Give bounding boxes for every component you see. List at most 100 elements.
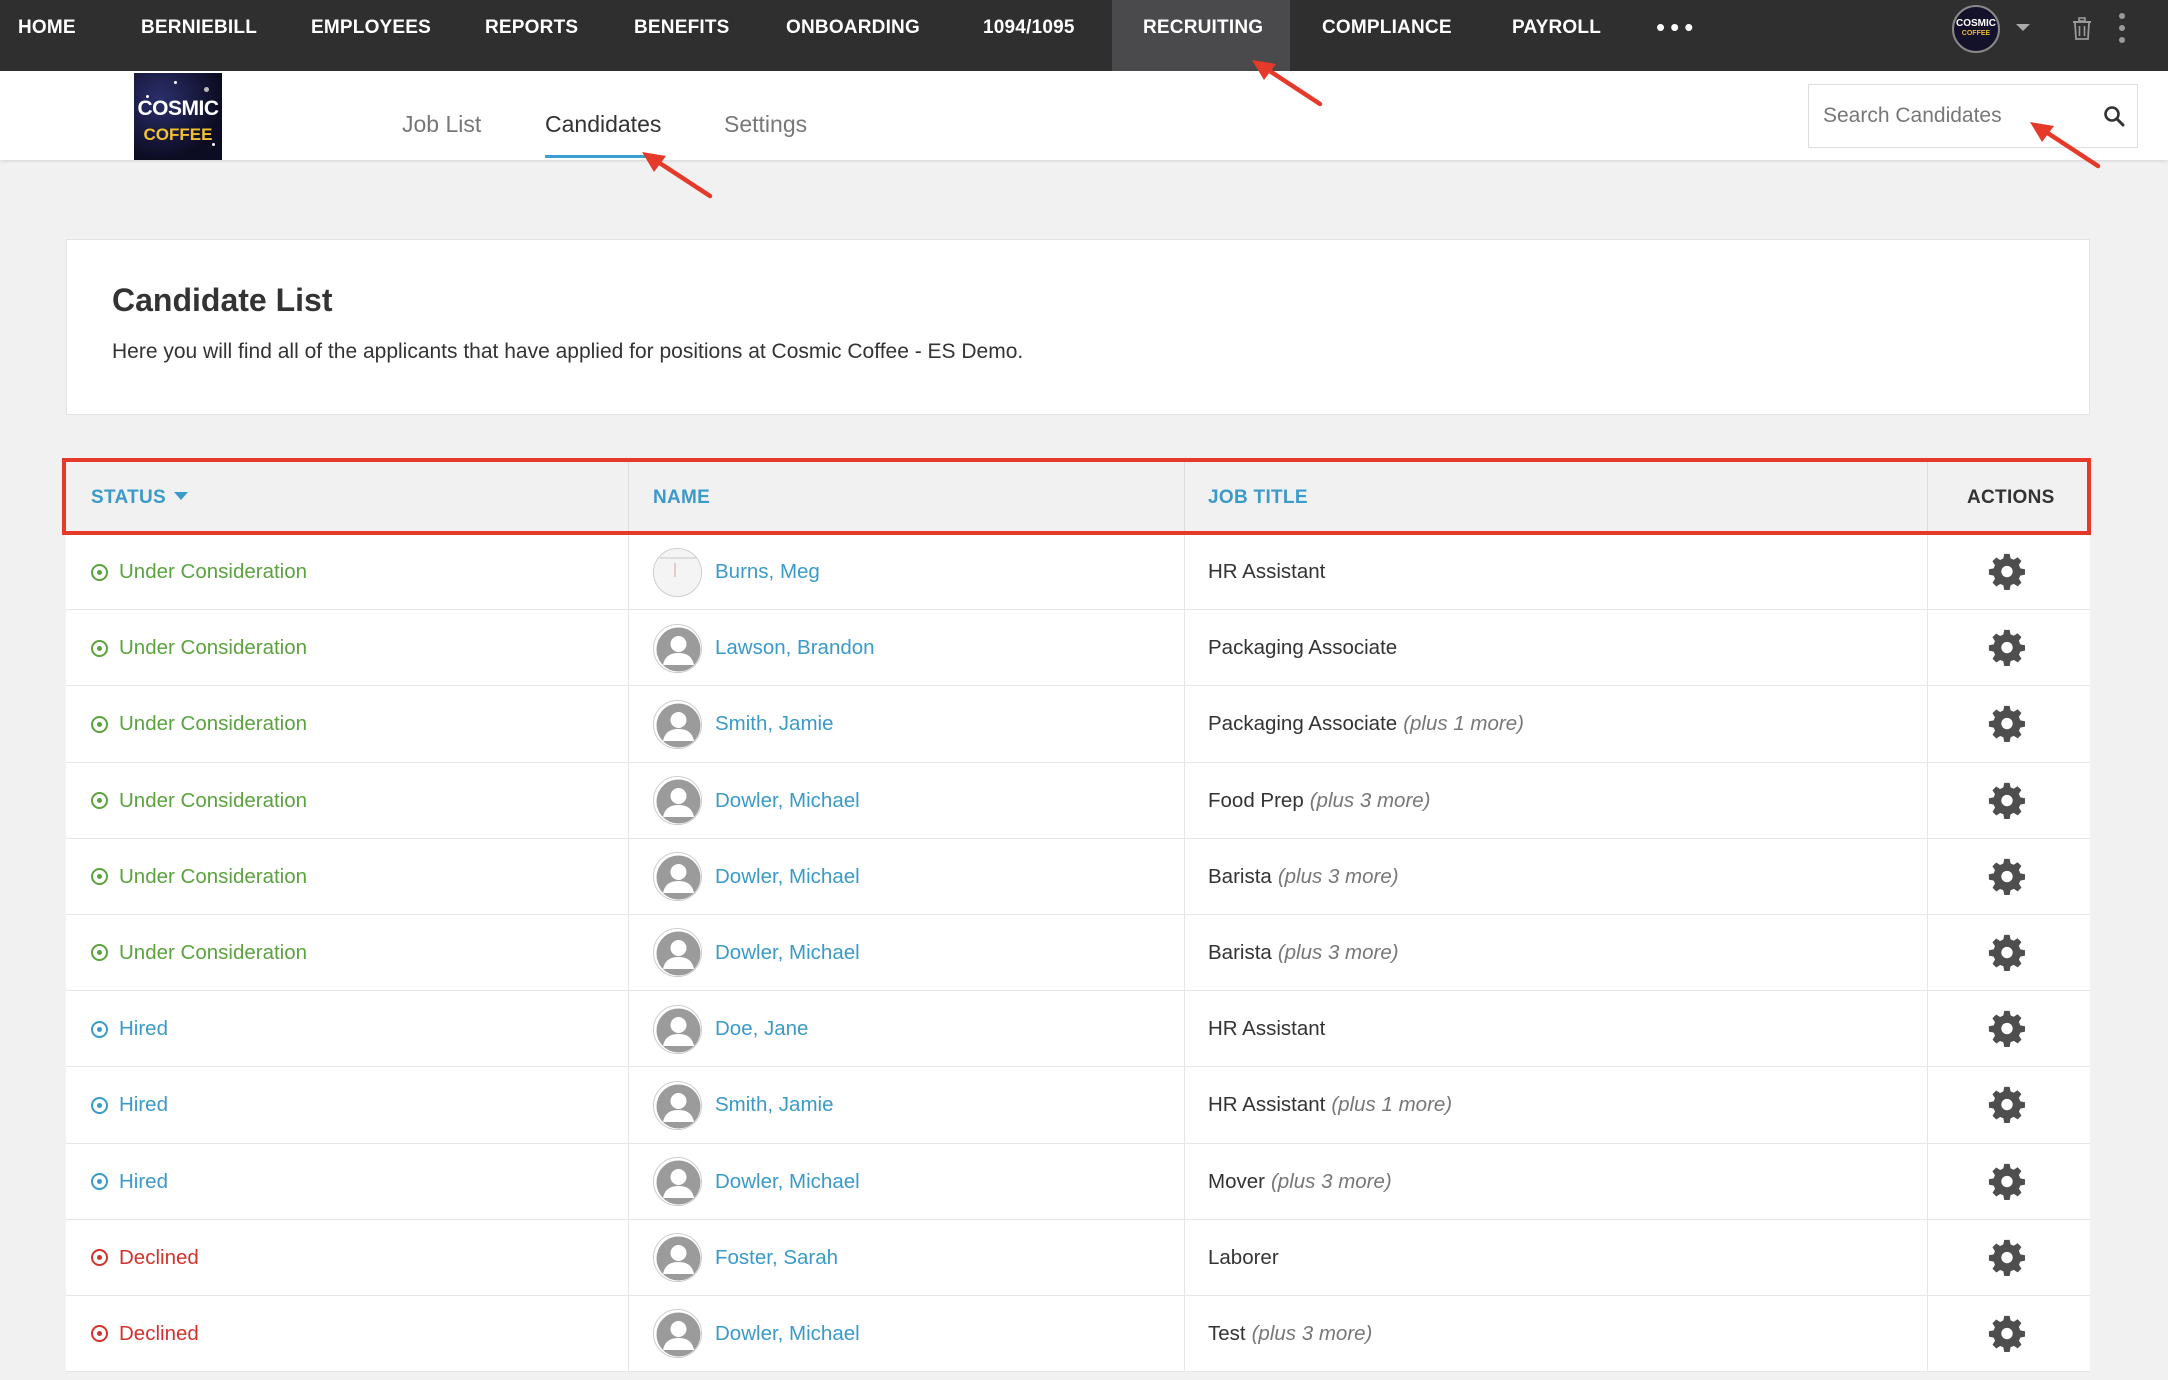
table-row: Hired Dowler, Michael Mover (plus 3 more) xyxy=(66,1143,2090,1220)
job-title-more: (plus 3 more) xyxy=(1251,1321,1373,1345)
default-avatar-icon xyxy=(653,1080,702,1130)
tab-candidates[interactable]: Candidates xyxy=(545,111,661,138)
company-avatar[interactable]: COSMIC COFFEE xyxy=(1952,5,2000,53)
status-consideration-icon xyxy=(91,563,108,581)
job-title-cell: Mover (plus 3 more) xyxy=(1208,1144,1392,1220)
gear-icon[interactable] xyxy=(1988,534,2026,610)
table-row: Under Consideration Smith, Jamie Packaging… xyxy=(66,686,2090,763)
status-cell: Declined xyxy=(91,1296,199,1372)
nav-berniebill[interactable]: BERNIEBILL xyxy=(141,0,257,71)
job-title: Mover xyxy=(1208,1169,1265,1193)
nav-employees[interactable]: EMPLOYEES xyxy=(311,0,431,71)
gear-icon[interactable] xyxy=(1988,686,2026,762)
nav-payroll[interactable]: PAYROLL xyxy=(1512,0,1601,71)
default-avatar-icon xyxy=(653,852,702,902)
default-avatar-icon xyxy=(653,1157,702,1206)
gear-icon[interactable] xyxy=(1988,763,2026,839)
nav-benefits[interactable]: BENEFITS xyxy=(634,0,730,71)
status-cell: Under Consideration xyxy=(91,534,307,610)
job-title: Test xyxy=(1208,1321,1246,1345)
tab-job-list[interactable]: Job List xyxy=(402,111,481,138)
nav-1094-1095[interactable]: 1094/1095 xyxy=(983,0,1075,71)
trash-icon[interactable] xyxy=(2070,15,2094,41)
name-cell: Dowler, Michael xyxy=(653,915,860,991)
sort-desc-icon xyxy=(173,491,188,500)
company-logo: COSMIC COFFEE xyxy=(134,73,222,160)
job-title-cell: HR Assistant xyxy=(1208,991,1325,1067)
gear-icon[interactable] xyxy=(1988,839,2026,915)
nav-recruiting[interactable]: RECRUITING xyxy=(1112,0,1290,71)
candidate-name-link[interactable]: Smith, Jamie xyxy=(715,1093,833,1117)
table-row: Declined Dowler, Michael Test (plus 3 more) xyxy=(66,1295,2090,1373)
job-title-cell: Barista (plus 3 more) xyxy=(1208,839,1399,915)
job-title: Packaging Associate xyxy=(1208,712,1398,736)
gear-icon[interactable] xyxy=(1988,610,2026,686)
job-title-more: (plus 3 more) xyxy=(1277,940,1399,964)
job-title-more: (plus 1 more) xyxy=(1403,712,1524,736)
table-row: Under Consideration Burns, Meg HR Assistan… xyxy=(66,534,2090,611)
candidate-name-link[interactable]: Burns, Meg xyxy=(715,560,820,584)
nav-home[interactable]: HOME xyxy=(18,0,76,71)
status-label: Declined xyxy=(119,1245,199,1269)
gear-icon[interactable] xyxy=(1988,1296,2026,1372)
column-header-job-title[interactable]: JOB TITLE xyxy=(1208,461,1308,534)
job-title-cell: Test (plus 3 more) xyxy=(1208,1296,1372,1372)
candidate-name-link[interactable]: Dowler, Michael xyxy=(715,789,860,813)
job-title-cell: Barista (plus 3 more) xyxy=(1208,915,1399,991)
gear-icon[interactable] xyxy=(1988,1144,2026,1220)
gear-icon[interactable] xyxy=(1988,1220,2026,1296)
candidate-name-link[interactable]: Doe, Jane xyxy=(715,1017,808,1041)
nav-more-button[interactable]: ••• xyxy=(1656,12,1698,43)
logo-line2: COFFEE xyxy=(143,125,213,144)
job-title: HR Assistant xyxy=(1208,1093,1326,1117)
candidate-name-link[interactable]: Lawson, Brandon xyxy=(715,636,875,660)
top-navigation: HOME BERNIEBILL EMPLOYEES REPORTS BENEFI… xyxy=(0,0,2168,71)
candidate-name-link[interactable]: Smith, Jamie xyxy=(715,712,833,736)
status-cell: Hired xyxy=(91,1144,168,1220)
gear-icon[interactable] xyxy=(1988,915,2026,991)
candidate-name-link[interactable]: Dowler, Michael xyxy=(715,1170,860,1194)
job-title-more: (plus 1 more) xyxy=(1331,1093,1453,1117)
nav-reports[interactable]: REPORTS xyxy=(485,0,578,71)
name-cell: Dowler, Michael xyxy=(653,839,860,915)
nav-onboarding[interactable]: ONBOARDING xyxy=(786,0,920,71)
candidate-list-header: Candidate List Here you will find all of… xyxy=(66,239,2090,415)
status-label: Under Consideration xyxy=(119,940,308,964)
candidate-name-link[interactable]: Dowler, Michael xyxy=(715,1322,860,1346)
table-row: Under Consideration Dowler, Michael Barist… xyxy=(66,838,2090,915)
status-declined-icon xyxy=(91,1325,108,1343)
table-row: Hired Smith, Jamie HR Assistant (plus 1 mor… xyxy=(66,1067,2090,1144)
name-cell: Burns, Meg xyxy=(653,534,820,610)
table-header: STATUS NAME JOB TITLE ACTIONS xyxy=(66,461,2090,534)
status-consideration-icon xyxy=(91,715,108,733)
status-label: Declined xyxy=(119,1321,199,1345)
candidate-name-link[interactable]: Foster, Sarah xyxy=(715,1246,838,1270)
search-icon[interactable] xyxy=(2103,105,2125,127)
default-avatar-icon xyxy=(653,1309,702,1359)
job-title: HR Assistant xyxy=(1208,1017,1326,1041)
default-avatar-icon xyxy=(653,928,702,978)
kebab-menu-icon[interactable] xyxy=(2118,12,2126,44)
candidate-name-link[interactable]: Dowler, Michael xyxy=(715,865,860,889)
name-cell: Dowler, Michael xyxy=(653,1296,860,1372)
gear-icon[interactable] xyxy=(1988,991,2026,1067)
name-cell: Smith, Jamie xyxy=(653,1067,833,1143)
nav-compliance[interactable]: COMPLIANCE xyxy=(1322,0,1452,71)
gear-icon[interactable] xyxy=(1988,1067,2026,1143)
status-consideration-icon xyxy=(91,944,108,962)
candidate-name-link[interactable]: Dowler, Michael xyxy=(715,941,860,965)
status-cell: Hired xyxy=(91,1067,168,1143)
column-header-status[interactable]: STATUS xyxy=(91,461,188,534)
tab-settings[interactable]: Settings xyxy=(724,111,807,138)
default-avatar-icon xyxy=(653,776,702,826)
job-title-cell: Packaging Associate xyxy=(1208,610,1397,686)
name-cell: Dowler, Michael xyxy=(653,1144,860,1220)
search-input[interactable] xyxy=(1809,85,2099,147)
status-label: Hired xyxy=(119,1093,168,1117)
job-title-more: (plus 3 more) xyxy=(1270,1169,1392,1193)
status-label: Hired xyxy=(119,1169,168,1193)
chevron-down-icon[interactable] xyxy=(2016,24,2030,31)
default-avatar-icon xyxy=(653,1004,702,1054)
search-box xyxy=(1808,84,2138,148)
column-header-name[interactable]: NAME xyxy=(653,461,710,534)
